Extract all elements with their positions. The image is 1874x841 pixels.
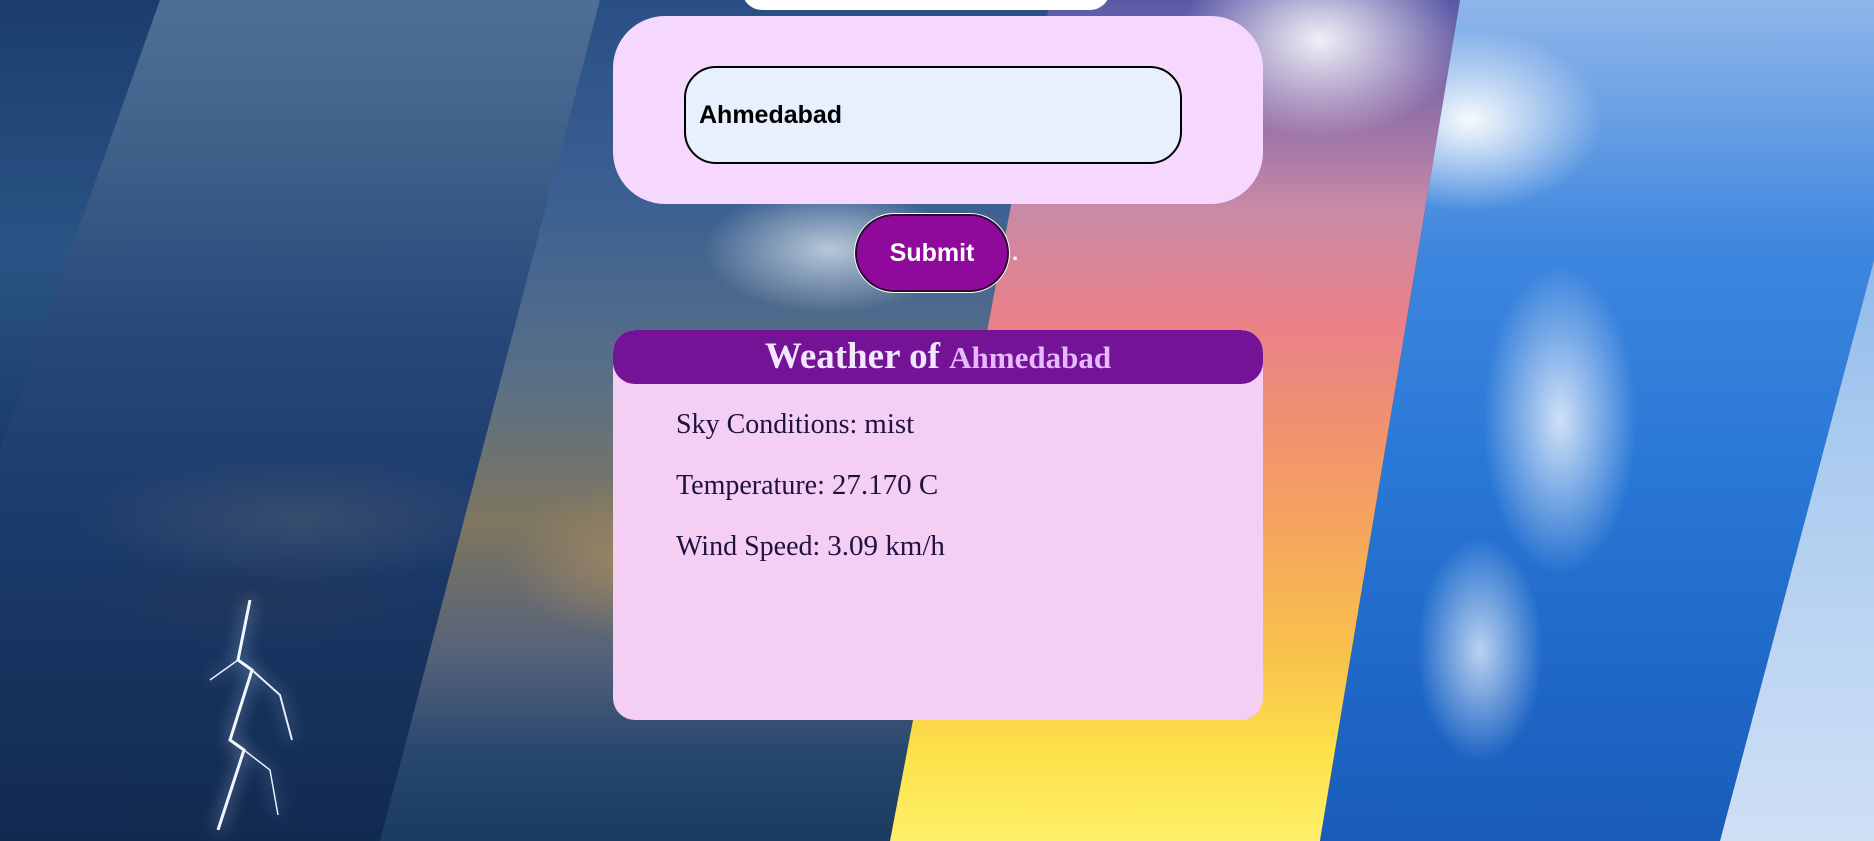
wind-speed-row: Wind Speed: 3.09 km/h [613, 530, 1263, 563]
wind-speed-label: Wind Speed: [676, 531, 821, 562]
search-card [613, 16, 1263, 204]
sky-conditions-label: Sky Conditions: [676, 409, 858, 440]
trailing-dot: . [1012, 240, 1019, 265]
lightning-icon [209, 600, 293, 830]
weather-result-card: Weather of Ahmedabad Sky Conditions: mis… [613, 330, 1263, 720]
wind-speed-value: 3.09 km/h [827, 530, 945, 562]
sky-conditions-value: mist [864, 408, 915, 440]
temperature-label: Temperature: [676, 470, 825, 501]
weather-title-city: Ahmedabad [949, 340, 1112, 375]
submit-button[interactable]: Submit [855, 214, 1009, 292]
weather-title-prefix: Weather of [764, 336, 940, 377]
sky-conditions-row: Sky Conditions: mist [613, 408, 1263, 441]
temperature-row: Temperature: 27.170 C [613, 469, 1263, 502]
temperature-value: 27.170 C [831, 469, 939, 501]
city-input[interactable] [684, 66, 1182, 164]
top-header-pill [742, 0, 1110, 10]
weather-title: Weather of Ahmedabad [613, 330, 1263, 384]
